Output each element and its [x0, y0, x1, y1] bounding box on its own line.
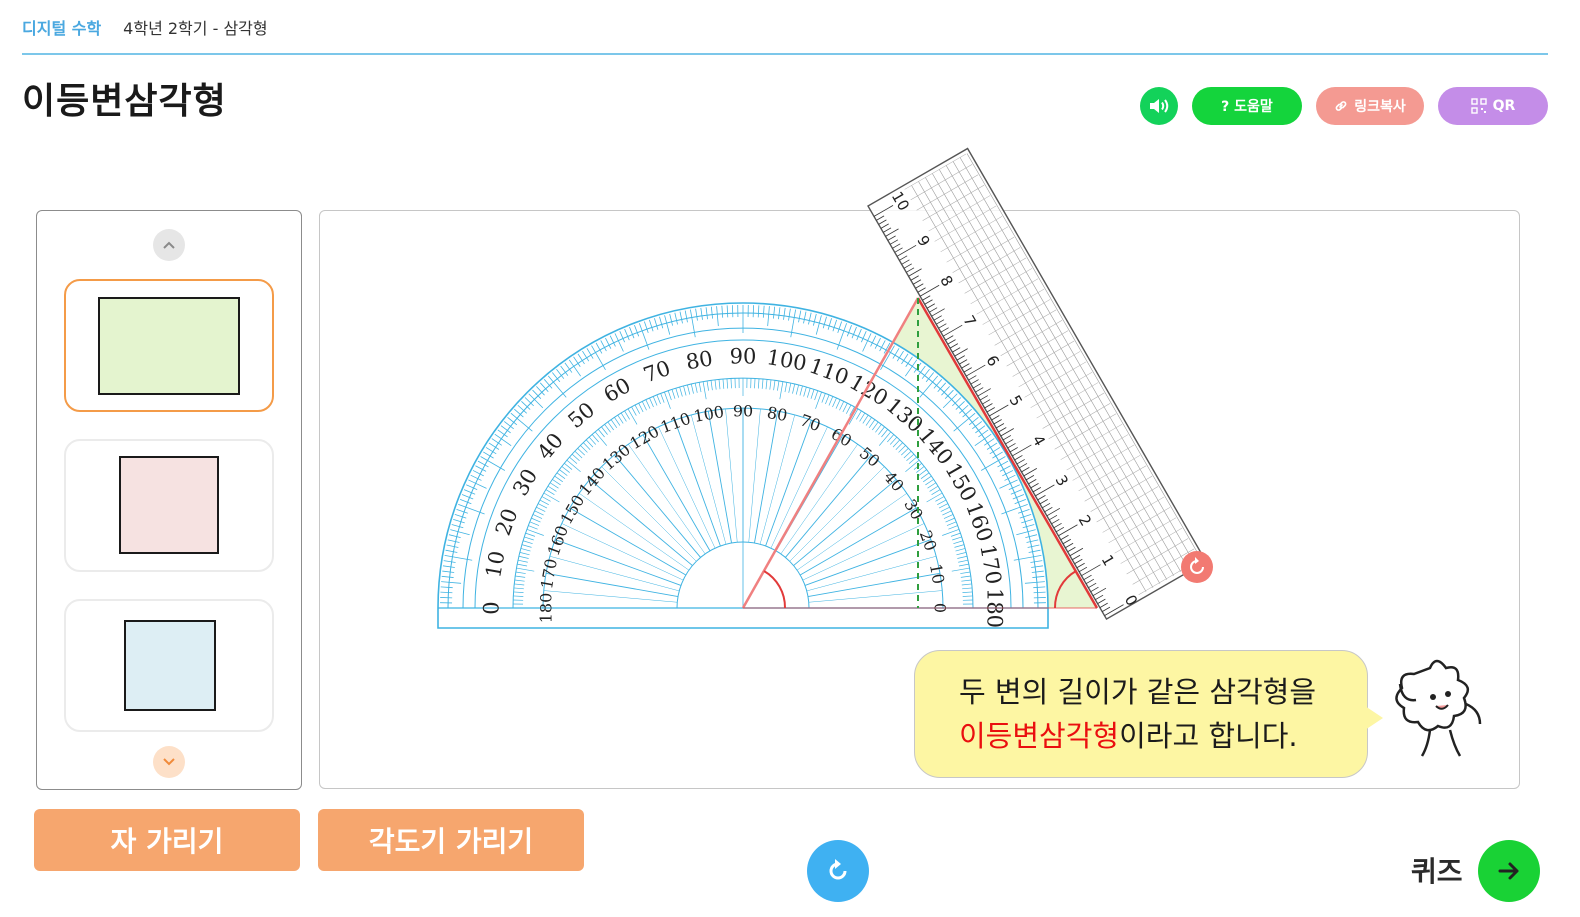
shape-thumbnail — [119, 456, 219, 554]
protractor-scale-label: 90 — [733, 402, 753, 421]
help-label: ? 도움말 — [1221, 99, 1273, 115]
quiz-label: 퀴즈 — [1411, 855, 1463, 888]
speech-bubble-tail — [1365, 706, 1383, 730]
link-icon — [1335, 101, 1347, 111]
protractor-scale-label: 180 — [537, 593, 556, 624]
shape-thumbnail — [124, 620, 216, 711]
protractor-scale-label: 10 — [481, 549, 509, 579]
protractor-scale-label: 90 — [730, 345, 757, 369]
hide-protractor-button[interactable]: 각도기 가리기 — [318, 809, 584, 871]
protractor-scale-label: 10 — [926, 562, 948, 585]
term-highlight: 이등변삼각형 — [959, 719, 1120, 753]
chevron-up-icon — [163, 241, 175, 249]
shape-card-2[interactable] — [64, 439, 274, 572]
top-toolbar: ? 도움말 링크복사 QR — [1140, 87, 1548, 125]
protractor-scale-label: 80 — [684, 346, 714, 374]
chevron-down-icon — [163, 758, 175, 766]
help-button[interactable]: ? 도움말 — [1192, 87, 1302, 125]
scroll-down-button[interactable] — [153, 746, 185, 778]
shape-card-1[interactable] — [64, 279, 274, 412]
qr-icon — [1470, 98, 1487, 114]
rotate-handle[interactable] — [1181, 551, 1213, 583]
shape-thumbnail — [98, 297, 240, 395]
reset-button[interactable] — [807, 840, 869, 902]
copy-link-button[interactable]: 링크복사 — [1316, 87, 1424, 125]
breadcrumb: 디지털 수학 4학년 2학기 - 삼각형 — [22, 14, 268, 40]
page-title: 이등변삼각형 — [22, 81, 227, 122]
scroll-up-button[interactable] — [153, 229, 185, 261]
sound-button[interactable] — [1140, 87, 1178, 125]
qr-label: QR — [1492, 98, 1516, 114]
speaker-icon — [1150, 99, 1169, 113]
header-divider — [22, 53, 1548, 55]
speech-line-1: 두 변의 길이가 같은 삼각형을 — [959, 675, 1317, 709]
breadcrumb-unit: 4학년 2학기 - 삼각형 — [123, 19, 268, 38]
quiz-next-button[interactable] — [1478, 840, 1540, 902]
speech-bubble: 두 변의 길이가 같은 삼각형을 이등변삼각형이라고 합니다. — [914, 650, 1368, 778]
qr-button[interactable]: QR — [1438, 87, 1548, 125]
protractor-scale-label: 0 — [480, 601, 504, 614]
protractor-scale-label: 80 — [766, 403, 789, 425]
arrow-right-icon — [1498, 862, 1519, 880]
copy-link-label: 링크복사 — [1354, 99, 1406, 115]
breadcrumb-subject[interactable]: 디지털 수학 — [22, 15, 101, 39]
shape-card-3[interactable] — [64, 599, 274, 732]
shape-sidebar — [36, 210, 302, 790]
speech-rest: 이라고 합니다. — [1119, 719, 1298, 753]
hide-ruler-button[interactable]: 자 가리기 — [34, 809, 300, 871]
refresh-icon — [829, 859, 847, 880]
speech-line-2: 이등변삼각형이라고 합니다. — [959, 714, 1367, 758]
